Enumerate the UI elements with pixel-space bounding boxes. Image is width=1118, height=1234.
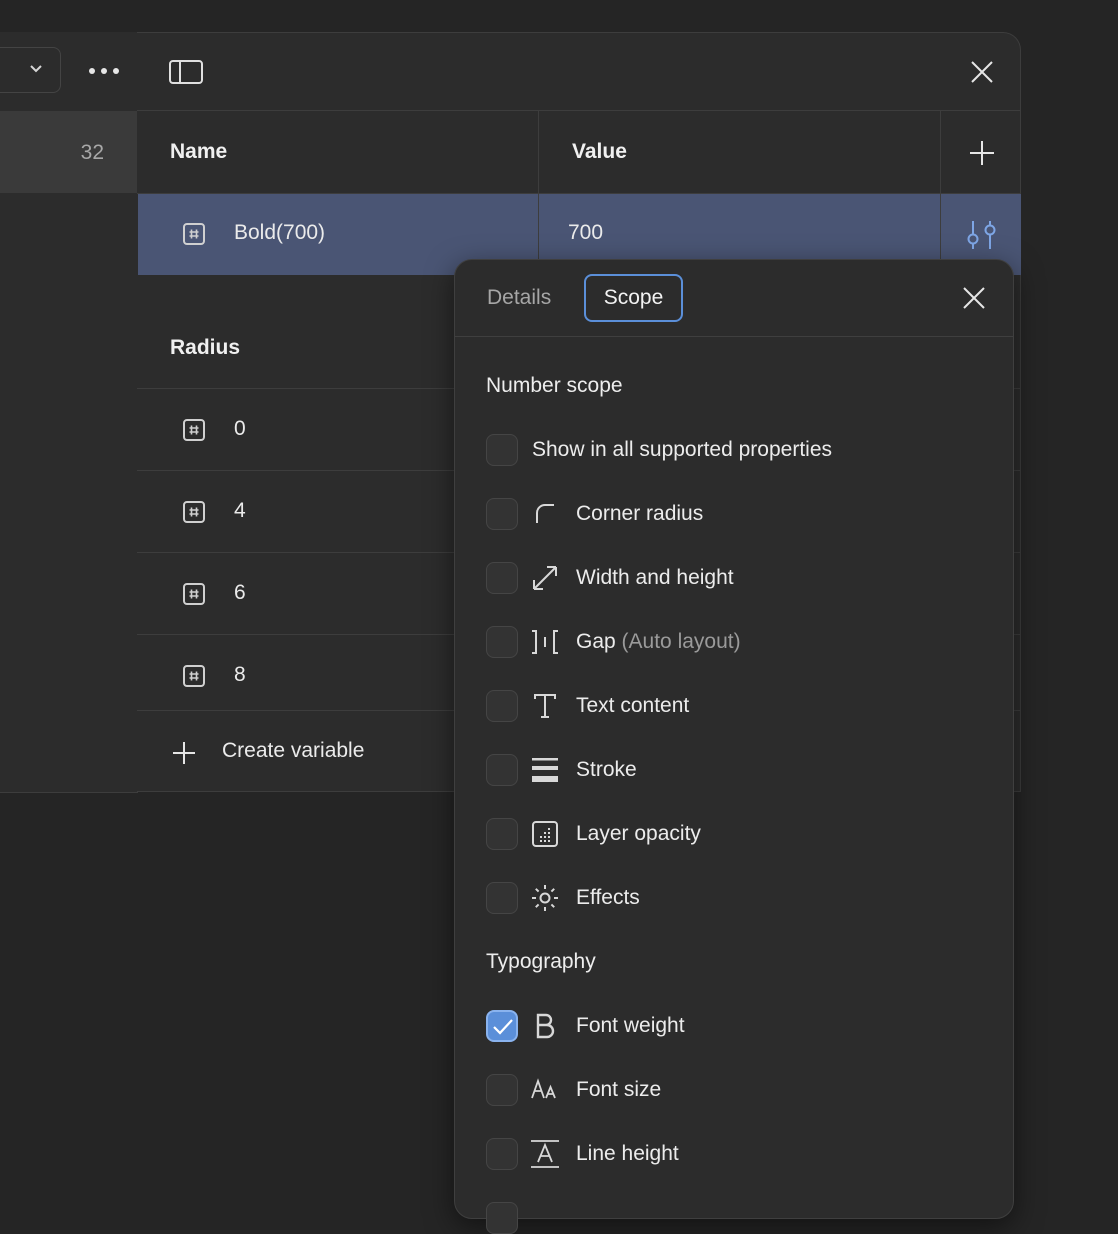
- option-label: Gap (Auto layout): [576, 630, 741, 654]
- font-weight-checkbox[interactable]: [486, 1010, 518, 1042]
- stroke-checkbox[interactable]: [486, 754, 518, 786]
- close-icon[interactable]: [963, 287, 985, 309]
- column-header-value[interactable]: Value: [572, 140, 627, 164]
- option-label: Font weight: [576, 1014, 685, 1037]
- number-variable-icon: [183, 501, 205, 523]
- gap-label: Gap: [576, 630, 616, 653]
- more-options-button[interactable]: [86, 60, 122, 82]
- option-label: Stroke: [576, 758, 637, 781]
- option-label: Layer opacity: [576, 822, 701, 845]
- tab-details[interactable]: Details: [487, 286, 551, 310]
- effects-checkbox[interactable]: [486, 882, 518, 914]
- check-icon: [493, 1019, 513, 1035]
- corner-radius-icon: [536, 504, 554, 523]
- opacity-icon: [532, 821, 558, 847]
- gap-hint: (Auto layout): [621, 630, 741, 653]
- variable-value[interactable]: 700: [568, 221, 603, 245]
- tab-scope[interactable]: Scope: [584, 274, 683, 322]
- add-mode-icon[interactable]: [969, 140, 995, 166]
- typography-title: Typography: [486, 950, 596, 973]
- show-all-checkbox[interactable]: [486, 434, 518, 466]
- number-variable-icon: [183, 665, 205, 687]
- layer-opacity-checkbox[interactable]: [486, 818, 518, 850]
- option-label: Width and height: [576, 566, 734, 589]
- create-variable-button[interactable]: Create variable: [164, 734, 424, 774]
- stroke-icon: [532, 758, 558, 782]
- text-icon: [534, 694, 556, 718]
- option-label: Line height: [576, 1142, 679, 1165]
- number-variable-icon: [183, 419, 205, 441]
- option-label: Font size: [576, 1078, 662, 1101]
- resize-icon: [533, 566, 557, 590]
- sidebar-toggle-icon[interactable]: [169, 60, 203, 84]
- divider: [455, 336, 1013, 337]
- group-title: Radius: [170, 336, 241, 359]
- width-height-checkbox[interactable]: [486, 562, 518, 594]
- variable-name[interactable]: 8: [234, 663, 246, 687]
- divider: [137, 110, 1021, 111]
- option-label: Effects: [576, 886, 640, 909]
- gap-icon: [532, 630, 558, 654]
- edit-variable-icon[interactable]: [965, 219, 999, 251]
- close-icon[interactable]: [970, 60, 994, 84]
- option-label: Text content: [576, 694, 690, 717]
- line-height-checkbox[interactable]: [486, 1138, 518, 1170]
- next-option-checkbox[interactable]: [486, 1202, 518, 1234]
- option-label: Show in all supported properties: [532, 438, 833, 461]
- create-variable-label: Create variable: [222, 739, 365, 762]
- variable-name[interactable]: 6: [234, 581, 246, 605]
- number-variable-icon: [183, 583, 205, 605]
- chevron-down-icon: [30, 65, 42, 73]
- effects-icon: [532, 885, 558, 911]
- gap-checkbox[interactable]: [486, 626, 518, 658]
- variable-name[interactable]: 4: [234, 499, 246, 523]
- number-scope-title: Number scope: [486, 374, 623, 397]
- group-count: 32: [80, 141, 104, 164]
- number-variable-icon: [183, 223, 205, 245]
- text-content-checkbox[interactable]: [486, 690, 518, 722]
- option-label: Corner radius: [576, 502, 704, 525]
- font-size-checkbox[interactable]: [486, 1074, 518, 1106]
- plus-icon: [173, 742, 195, 764]
- more-icon: [89, 68, 119, 74]
- font-weight-icon: [536, 1013, 555, 1039]
- line-height-icon: [531, 1140, 559, 1168]
- column-header-name[interactable]: Name: [170, 140, 227, 164]
- font-size-icon: [531, 1078, 556, 1099]
- corner-radius-checkbox[interactable]: [486, 498, 518, 530]
- variable-name[interactable]: 0: [234, 417, 246, 441]
- collection-dropdown[interactable]: [0, 47, 61, 93]
- variable-name[interactable]: Bold(700): [234, 221, 325, 245]
